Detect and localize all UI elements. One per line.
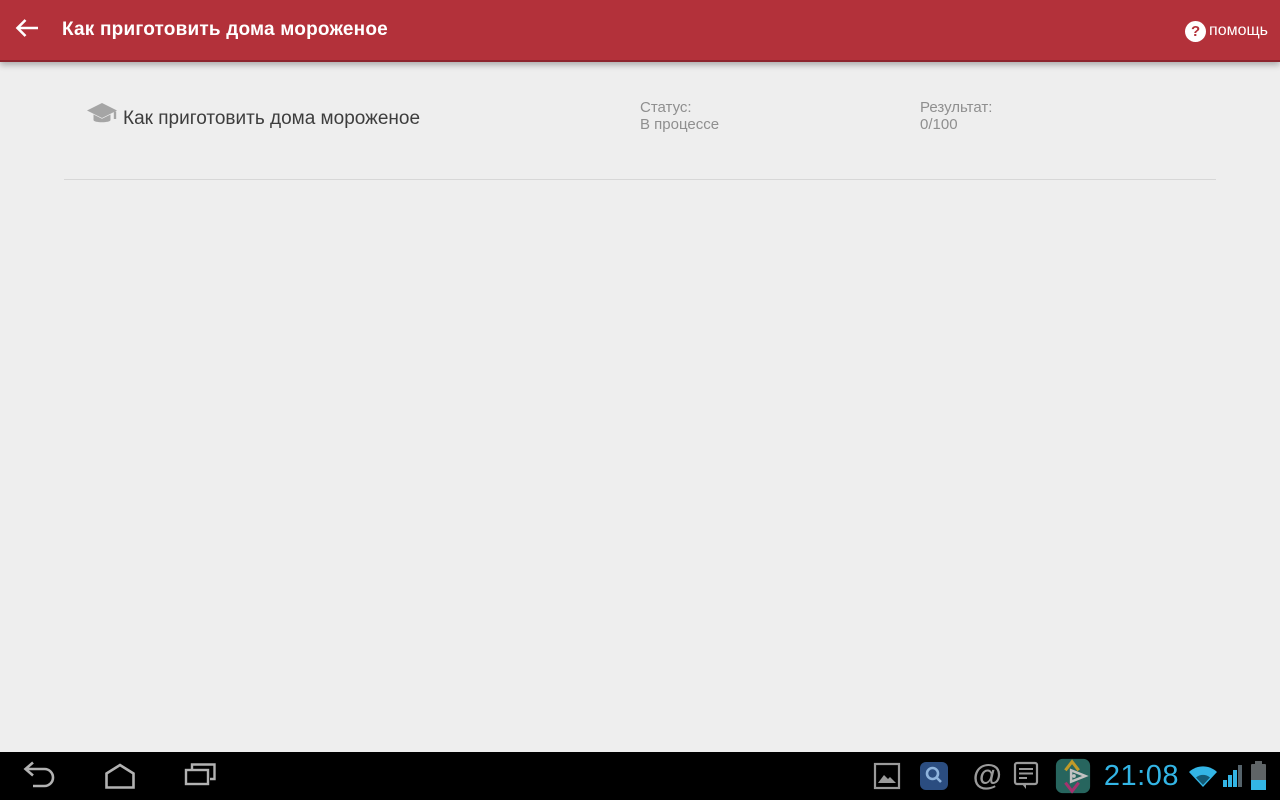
back-button[interactable] bbox=[0, 0, 56, 61]
help-button[interactable]: ? помощь bbox=[1181, 0, 1272, 62]
search-notification-icon bbox=[919, 761, 949, 791]
result-value: 0/100 bbox=[920, 116, 958, 133]
recents-nav-icon bbox=[182, 761, 218, 794]
status-block: Статус: В процессе bbox=[640, 99, 719, 133]
back-nav-icon bbox=[22, 761, 58, 794]
email-notification-icon: @ bbox=[972, 759, 1002, 792]
row-divider bbox=[64, 179, 1216, 180]
result-label: Результат: bbox=[920, 99, 993, 116]
home-nav-icon bbox=[102, 761, 138, 794]
signal-strength-icon bbox=[1223, 763, 1245, 789]
course-list-item[interactable]: Как приготовить дома мороженое Статус: В… bbox=[0, 86, 1280, 180]
help-button-label: помощь bbox=[1209, 22, 1268, 39]
system-nav-bar: @ 21:08 bbox=[0, 752, 1280, 800]
result-block: Результат: 0/100 bbox=[920, 99, 992, 133]
battery-icon bbox=[1250, 761, 1268, 791]
nav-back-button[interactable] bbox=[20, 760, 60, 794]
clock: 21:08 bbox=[1103, 759, 1179, 792]
wifi-icon bbox=[1187, 763, 1219, 789]
graduation-cap-icon bbox=[86, 100, 120, 134]
course-title: Как приготовить дома мороженое bbox=[123, 108, 421, 129]
status-value: В процессе bbox=[640, 116, 720, 133]
screenshot-notification-icon bbox=[873, 762, 901, 790]
app-bar: Как приготовить дома мороженое ? помощь bbox=[0, 0, 1280, 62]
question-mark-icon: ? bbox=[1185, 20, 1207, 42]
status-label: Статус: bbox=[640, 99, 692, 116]
arrow-left-icon bbox=[15, 17, 41, 44]
page-title: Как приготовить дома мороженое bbox=[62, 19, 388, 40]
nav-home-button[interactable] bbox=[100, 760, 140, 794]
content-area: Как приготовить дома мороженое Статус: В… bbox=[0, 62, 1280, 752]
system-tray[interactable]: @ 21:08 bbox=[873, 752, 1268, 800]
nav-recents-button[interactable] bbox=[180, 760, 220, 794]
app-notification-icon bbox=[1054, 757, 1092, 795]
news-notification-icon bbox=[1012, 761, 1040, 791]
